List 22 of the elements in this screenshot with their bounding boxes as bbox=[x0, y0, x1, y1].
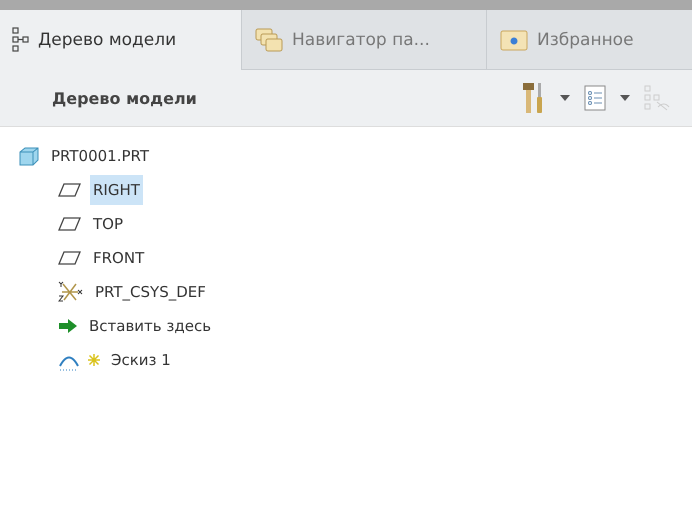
new-marker-icon bbox=[88, 354, 100, 366]
tree-item[interactable]: PRT0001.PRT bbox=[48, 141, 152, 171]
tree-icon bbox=[12, 27, 30, 53]
tree-item[interactable]: TOP bbox=[90, 209, 126, 239]
tree-item[interactable]: Эскиз 1 bbox=[108, 345, 174, 375]
plane-icon bbox=[58, 182, 82, 198]
caret-icon[interactable] bbox=[560, 95, 570, 101]
favorites-folder-icon bbox=[499, 28, 529, 52]
tree-item[interactable]: Вставить здесь bbox=[86, 311, 214, 341]
folders-icon bbox=[254, 26, 284, 52]
coordinate-system-icon bbox=[58, 280, 84, 304]
tree-item[interactable]: RIGHT bbox=[90, 175, 143, 205]
panel-title: Дерево модели bbox=[52, 88, 198, 108]
caret-icon[interactable] bbox=[620, 95, 630, 101]
tree-item[interactable]: FRONT bbox=[90, 243, 148, 273]
arrow-icon bbox=[58, 318, 78, 334]
tab[interactable]: Дерево модели bbox=[0, 10, 242, 70]
tree-item[interactable]: PRT_CSYS_DEF bbox=[92, 277, 209, 307]
list-icon[interactable] bbox=[584, 85, 606, 111]
plane-icon bbox=[58, 250, 82, 266]
cube-icon bbox=[18, 146, 40, 166]
plane-icon bbox=[58, 216, 82, 232]
